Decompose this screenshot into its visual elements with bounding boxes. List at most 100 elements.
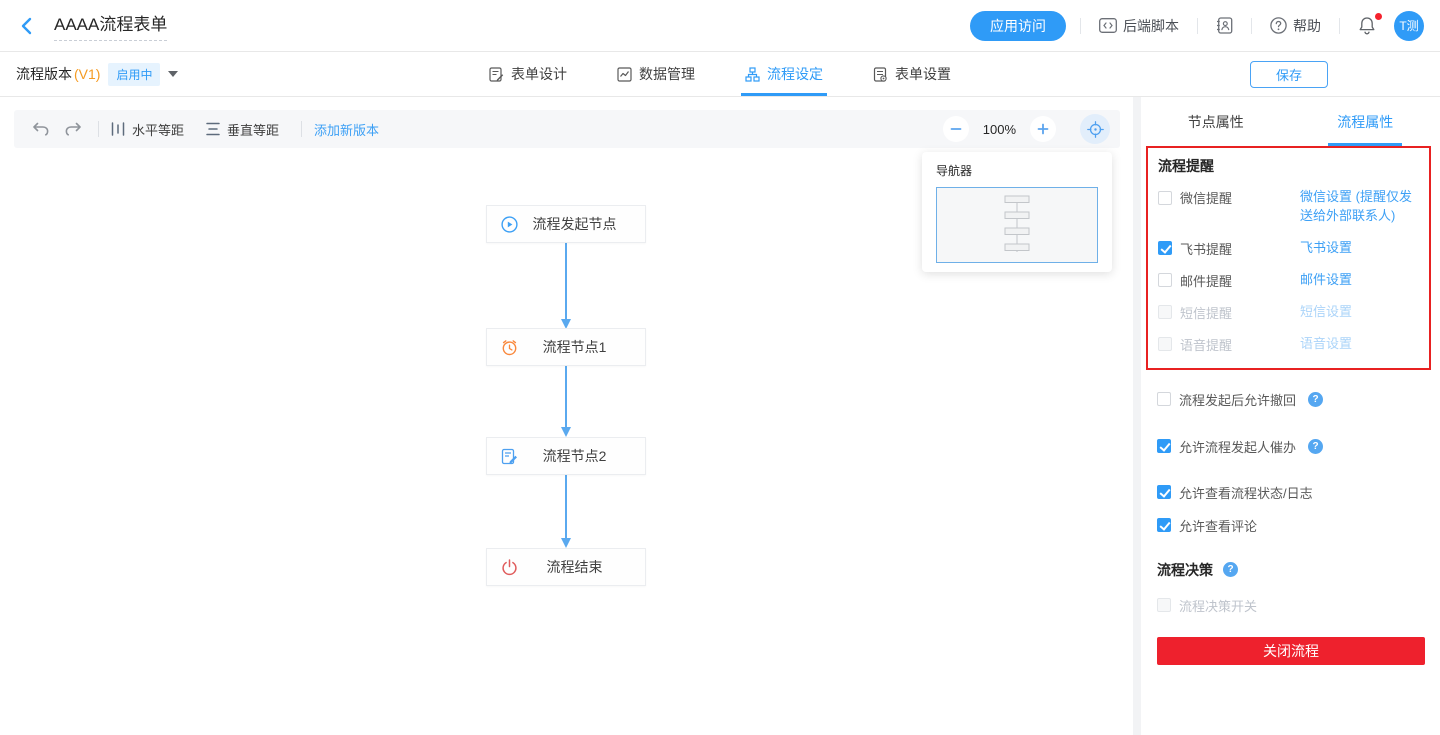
redo-icon [64,122,82,136]
zoom-in-button[interactable] [1030,116,1056,142]
redo-button[interactable] [60,116,86,142]
backend-script-button[interactable]: 后端脚本 [1095,16,1183,36]
option-allow-urge: 允许流程发起人催办 ? [1157,437,1425,456]
tab-label: 表单设置 [895,64,951,84]
tab-label: 表单设计 [511,64,567,84]
view-status-log-checkbox[interactable] [1157,485,1171,499]
decision-section-title: 流程决策 ? [1157,560,1425,580]
crosshair-icon [1087,121,1104,138]
option-label: 允许查看流程状态/日志 [1179,483,1313,502]
reminder-row-voice: 语音提醒 语音设置 [1158,335,1419,354]
horizontal-spacing-button[interactable]: 水平等距 [111,120,184,139]
locate-button[interactable] [1080,114,1110,144]
sms-reminder-checkbox [1158,305,1172,319]
option-label: 流程决策开关 [1179,596,1257,615]
avatar[interactable]: T测 [1394,11,1424,41]
divider [1251,18,1252,34]
form-edit-icon [501,448,518,465]
node-label: 流程结束 [518,557,645,577]
option-decision-switch: 流程决策开关 [1157,596,1425,615]
divider [1197,18,1198,34]
minus-icon [950,123,962,135]
option-view-comments: 允许查看评论 [1157,516,1425,535]
decision-title-text: 流程决策 [1157,560,1213,580]
form-settings-icon [873,67,888,82]
code-icon [1099,18,1117,33]
contacts-icon [1216,17,1233,34]
vertical-spacing-label: 垂直等距 [227,120,279,139]
option-label: 允许查看评论 [1179,516,1257,535]
tab-flow-properties[interactable]: 流程属性 [1291,97,1440,146]
reminder-label: 飞书提醒 [1180,239,1232,258]
zoom-out-button[interactable] [943,116,969,142]
flow-reminder-highlight-box: 流程提醒 微信提醒 微信设置 (提醒仅发送给外部联系人) 飞书提醒 飞书设置 邮… [1146,146,1431,370]
version-dropdown-caret[interactable] [168,71,178,77]
tab-form-design[interactable]: 表单设计 [489,52,567,96]
reminder-row-wechat: 微信提醒 微信设置 (提醒仅发送给外部联系人) [1158,188,1419,226]
tab-form-settings[interactable]: 表单设置 [873,52,951,96]
tab-data-management[interactable]: 数据管理 [617,52,695,96]
navigator-panel: 导航器 [922,152,1112,272]
page-title: AAAA流程表单 [54,10,167,41]
flow-icon [745,67,760,82]
allow-withdraw-checkbox[interactable] [1157,392,1171,406]
vertical-spacing-button[interactable]: 垂直等距 [206,120,279,139]
reminder-label: 微信提醒 [1180,188,1232,207]
help-icon[interactable]: ? [1223,562,1238,577]
help-icon[interactable]: ? [1308,439,1323,454]
back-button[interactable] [18,17,36,35]
canvas-toolbar: 水平等距 垂直等距 添加新版本 100% [14,110,1120,148]
tab-node-properties[interactable]: 节点属性 [1141,97,1291,146]
flow-node-end[interactable]: 流程结束 [486,548,646,586]
sms-settings-link: 短信设置 [1300,303,1352,322]
save-button[interactable]: 保存 [1250,61,1328,88]
backend-script-label: 后端脚本 [1123,16,1179,36]
flow-node-start[interactable]: 流程发起节点 [486,205,646,243]
data-chart-icon [617,67,632,82]
navigator-minimap[interactable] [936,187,1098,263]
feishu-settings-link[interactable]: 飞书设置 [1300,239,1352,258]
reminder-label: 短信提醒 [1180,303,1232,322]
reminder-row-sms: 短信提醒 短信设置 [1158,303,1419,322]
app-access-button[interactable]: 应用访问 [970,11,1066,41]
email-settings-link[interactable]: 邮件设置 [1300,271,1352,290]
navigator-title: 导航器 [936,162,1098,179]
allow-urge-checkbox[interactable] [1157,439,1171,453]
option-view-status-log: 允许查看流程状态/日志 [1157,483,1425,502]
decision-switch-checkbox[interactable] [1157,598,1171,612]
help-icon[interactable]: ? [1308,392,1323,407]
play-circle-icon [501,216,518,233]
option-label: 流程发起后允许撤回 [1179,390,1296,409]
divider [1339,18,1340,34]
add-version-link[interactable]: 添加新版本 [314,120,379,139]
close-flow-button[interactable]: 关闭流程 [1157,637,1425,665]
divider [301,121,302,137]
view-comments-checkbox[interactable] [1157,518,1171,532]
reminder-row-email: 邮件提醒 邮件设置 [1158,271,1419,290]
flow-node-1[interactable]: 流程节点1 [486,328,646,366]
wechat-reminder-checkbox[interactable] [1158,191,1172,205]
reminder-label: 邮件提醒 [1180,271,1232,290]
power-icon [501,559,518,576]
tab-flow-settings[interactable]: 流程设定 [745,52,823,96]
contacts-button[interactable] [1212,17,1237,34]
feishu-reminder-checkbox[interactable] [1158,241,1172,255]
plus-icon [1037,123,1049,135]
horizontal-spacing-icon [111,122,125,136]
help-button[interactable]: 帮助 [1266,16,1325,36]
node-label: 流程节点2 [518,446,645,466]
flow-node-2[interactable]: 流程节点2 [486,437,646,475]
tab-label: 数据管理 [639,64,695,84]
question-circle-icon [1270,17,1287,34]
properties-sidebar: 节点属性 流程属性 流程提醒 微信提醒 微信设置 (提醒仅发送给外部联系人) 飞… [1141,97,1440,735]
top-header: AAAA流程表单 应用访问 后端脚本 帮助 T测 [0,0,1440,52]
voice-reminder-checkbox [1158,337,1172,351]
notifications-button[interactable] [1354,16,1380,35]
wechat-settings-link[interactable]: 微信设置 (提醒仅发送给外部联系人) [1300,188,1419,226]
undo-button[interactable] [28,116,54,142]
flow-canvas[interactable]: 水平等距 垂直等距 添加新版本 100% [0,97,1133,735]
reminder-section-title: 流程提醒 [1158,156,1419,176]
email-reminder-checkbox[interactable] [1158,273,1172,287]
tab-label: 流程设定 [767,64,823,84]
version-label: 流程版本 [16,64,72,84]
